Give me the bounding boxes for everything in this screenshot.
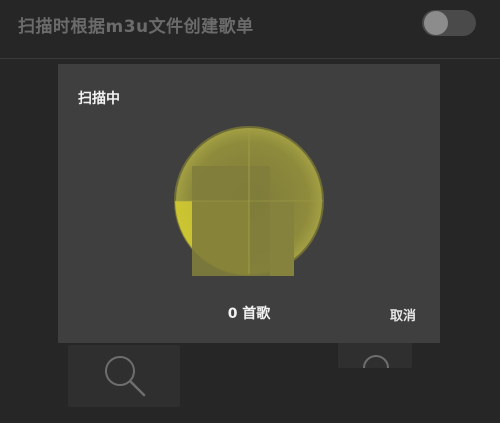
cancel-button[interactable]: 取消 xyxy=(390,305,416,324)
setting-label: 扫描时根据m3u文件创建歌单 xyxy=(18,17,254,37)
m3u-playlist-toggle[interactable] xyxy=(422,10,476,36)
toggle-knob xyxy=(424,11,448,35)
scanning-dialog: 扫描中 0 首歌 取消 xyxy=(58,64,440,343)
dialog-title: 扫描中 xyxy=(78,91,120,107)
scan-screen: 扫描时根据m3u文件创建歌单 扫描中 0 首歌 取消 xyxy=(0,0,500,423)
background-search-button[interactable] xyxy=(68,345,180,407)
m3u-playlist-setting-row[interactable]: 扫描时根据m3u文件创建歌单 xyxy=(0,0,500,59)
search-icon xyxy=(105,356,146,397)
scanned-song-count: 0 首歌 xyxy=(227,306,271,322)
radar-scan-icon xyxy=(174,126,324,276)
